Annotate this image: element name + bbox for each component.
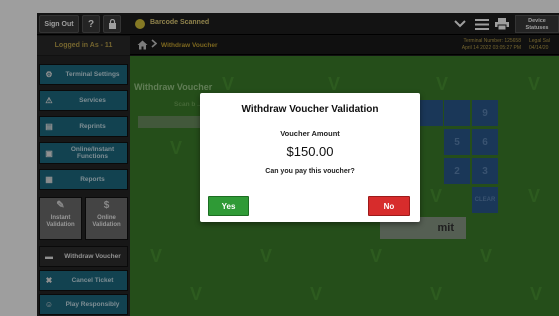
voucher-validation-dialog: Withdraw Voucher Validation Voucher Amou… bbox=[200, 93, 420, 222]
no-button[interactable]: No bbox=[368, 196, 410, 216]
dialog-title: Withdraw Voucher Validation bbox=[241, 104, 379, 115]
pay-question: Can you pay this voucher? bbox=[265, 168, 355, 175]
voucher-amount-value: $150.00 bbox=[286, 144, 334, 159]
yes-button[interactable]: Yes bbox=[208, 196, 249, 216]
voucher-amount-label: Voucher Amount bbox=[280, 129, 340, 138]
